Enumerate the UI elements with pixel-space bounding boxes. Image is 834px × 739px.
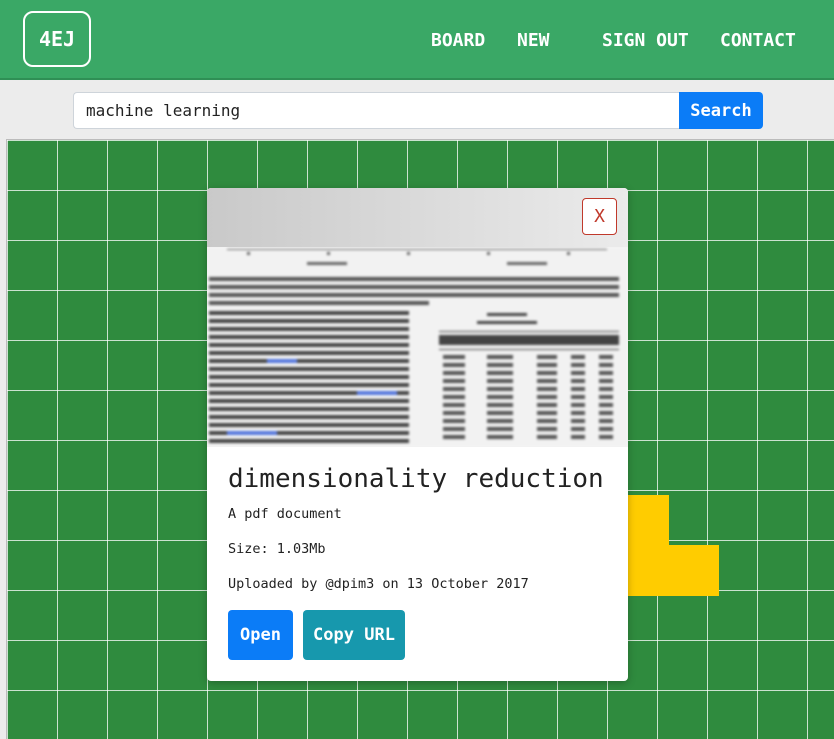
document-modal: X dimensionality reduction A pdf documen… xyxy=(207,188,628,681)
search-button[interactable]: Search xyxy=(679,92,763,129)
open-button[interactable]: Open xyxy=(228,610,293,660)
modal-header: X xyxy=(207,188,628,247)
document-size: Size: 1.03Mb xyxy=(228,541,326,557)
search-input[interactable] xyxy=(73,92,679,129)
logo-button[interactable]: 4EJ xyxy=(23,11,91,67)
nav-link-board[interactable]: BOARD xyxy=(431,30,485,51)
nav-link-contact[interactable]: CONTACT xyxy=(720,30,796,51)
document-type: A pdf document xyxy=(228,506,342,522)
copy-url-button[interactable]: Copy URL xyxy=(303,610,405,660)
document-preview-graphic xyxy=(207,247,628,447)
upload-info: Uploaded by @dpim3 on 13 October 2017 xyxy=(228,576,529,592)
close-button[interactable]: X xyxy=(582,198,617,235)
top-navbar: 4EJ BOARD NEW SIGN OUT CONTACT xyxy=(0,0,834,80)
nav-link-sign-out[interactable]: SIGN OUT xyxy=(602,30,689,51)
nav-link-new[interactable]: NEW xyxy=(517,30,550,51)
document-title: dimensionality reduction xyxy=(228,464,604,494)
document-preview-image xyxy=(207,247,628,447)
board-tile xyxy=(628,545,719,596)
